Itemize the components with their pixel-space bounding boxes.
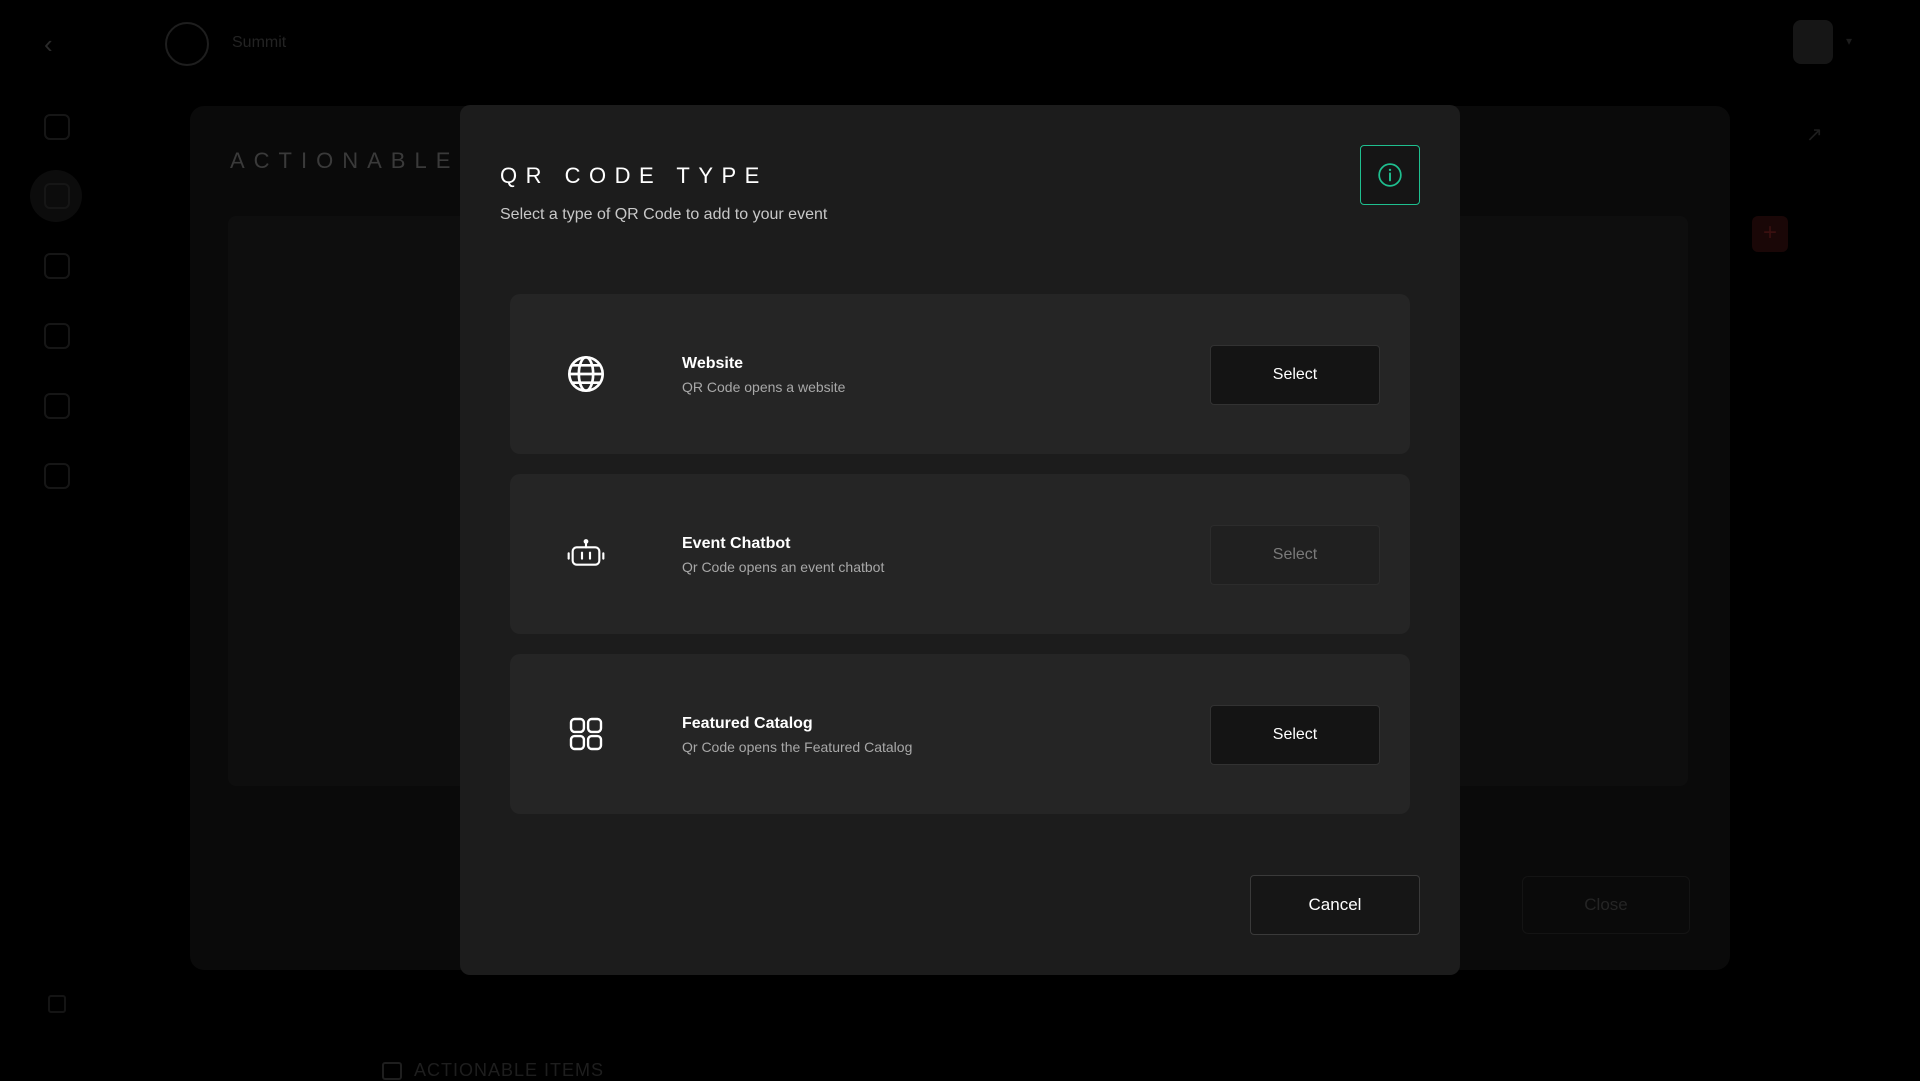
grid-icon (566, 714, 606, 754)
background-page-title: ACTIONABLE I (230, 148, 490, 173)
sidebar-event-icon[interactable] (44, 183, 70, 209)
option-event-chatbot: Event Chatbot Qr Code opens an event cha… (510, 474, 1410, 634)
background-footer: ACTIONABLE ITEMS (382, 1060, 604, 1081)
info-button[interactable] (1360, 145, 1420, 205)
globe-icon (566, 354, 606, 394)
background-close-button[interactable]: Close (1522, 876, 1690, 934)
add-icon[interactable]: + (1752, 216, 1788, 252)
background-footer-label: ACTIONABLE ITEMS (414, 1060, 605, 1080)
modal-title: QR CODE TYPE (500, 163, 768, 188)
back-arrow-icon[interactable]: ‹ (44, 31, 68, 57)
option-featured-catalog: Featured Catalog Qr Code opens the Featu… (510, 654, 1410, 814)
cancel-button[interactable]: Cancel (1250, 875, 1420, 935)
top-bar: ‹ Summit ▾ (0, 0, 1920, 90)
select-featured-catalog-button[interactable]: Select (1210, 705, 1380, 765)
sidebar-bottom-icon[interactable] (48, 995, 66, 1013)
sidebar-home-icon[interactable] (44, 114, 70, 140)
user-avatar[interactable] (1793, 20, 1833, 64)
brand-name: Summit (232, 34, 287, 51)
option-title: Website (682, 355, 744, 372)
trend-icon[interactable]: ↗ (1806, 122, 1823, 147)
modal-subtitle: Select a type of QR Code to add to your … (500, 206, 828, 223)
brand-logo (165, 22, 209, 66)
select-event-chatbot-button[interactable]: Select (1210, 525, 1380, 585)
box-icon (382, 1061, 402, 1080)
option-website: Website QR Code opens a website Select (510, 294, 1410, 454)
robot-icon (566, 534, 606, 574)
sidebar-users-icon[interactable] (44, 393, 70, 419)
sidebar-media-icon[interactable] (44, 323, 70, 349)
qr-code-type-modal: QR CODE TYPE Select a type of QR Code to… (460, 105, 1460, 975)
sidebar-settings-icon[interactable] (44, 463, 70, 489)
option-title: Event Chatbot (682, 535, 791, 552)
sidebar-catalog-icon[interactable] (44, 253, 70, 279)
option-title: Featured Catalog (682, 715, 813, 732)
option-description: QR Code opens a website (682, 379, 846, 395)
option-description: Qr Code opens the Featured Catalog (682, 739, 913, 755)
option-description: Qr Code opens an event chatbot (682, 559, 885, 575)
select-website-button[interactable]: Select (1210, 345, 1380, 405)
chevron-down-icon[interactable]: ▾ (1846, 34, 1852, 48)
info-icon (1378, 163, 1402, 187)
